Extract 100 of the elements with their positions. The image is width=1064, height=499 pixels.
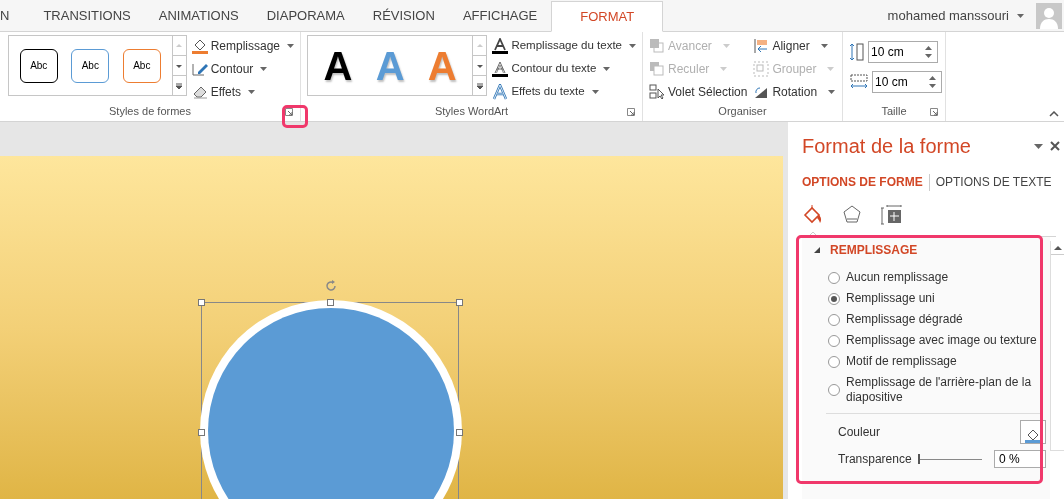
fill-option[interactable]: Remplissage uni: [828, 291, 1046, 306]
size-spinner[interactable]: 10 cm: [872, 71, 942, 93]
ribbon-command[interactable]: Volet Sélection: [649, 82, 748, 102]
ribbon-tab[interactable]: FORMAT: [551, 1, 664, 32]
shape-width-icon: [849, 74, 869, 90]
size-spinner[interactable]: 10 cm: [868, 41, 938, 63]
dialog-launcher[interactable]: [929, 107, 939, 117]
more-icon: [175, 81, 184, 90]
radio-button[interactable]: [828, 313, 840, 326]
fill-option[interactable]: Remplissage de l'arrière-plan de la diapositive: [828, 375, 1046, 405]
bring-forward-icon: [649, 38, 665, 54]
resize-handle[interactable]: [198, 429, 205, 436]
shape-height-icon: [849, 42, 865, 62]
pencil-icon: [191, 61, 208, 77]
shape-style[interactable]: Abc: [71, 48, 110, 83]
color-label: Couleur: [838, 424, 881, 441]
ribbon-tab[interactable]: AFFICHAGE: [448, 0, 552, 31]
caret-icon: [248, 90, 256, 94]
radio-button[interactable]: [828, 334, 840, 347]
shape-style[interactable]: Abc: [122, 48, 161, 83]
fill-option[interactable]: Motif de remplissage: [828, 354, 1046, 369]
paint-bucket-icon: [191, 38, 208, 54]
dialog-launcher[interactable]: [626, 107, 636, 117]
collapse-ribbon-button[interactable]: [1048, 109, 1060, 119]
caret-icon: [260, 67, 268, 71]
spin-arrows-icon: [925, 45, 932, 59]
ribbon-command[interactable]: Contour du texte: [492, 59, 636, 79]
group-label: Styles de formes: [109, 104, 191, 120]
fill-line-icon: [802, 204, 824, 226]
spin-arrows-icon: [929, 75, 936, 89]
rotation-handle-icon: [324, 279, 338, 293]
slider-track[interactable]: [918, 454, 982, 464]
resize-handle[interactable]: [456, 429, 463, 436]
launcher-icon: [930, 108, 938, 116]
fill-option[interactable]: Aucun remplissage: [828, 270, 1046, 285]
caret-icon: [603, 67, 611, 71]
caret-icon: [591, 90, 599, 94]
resize-handle[interactable]: [198, 299, 205, 306]
group-icon: [753, 61, 770, 77]
group-label: Styles WordArt: [434, 104, 509, 120]
resize-handle[interactable]: [327, 299, 334, 306]
ribbon-command[interactable]: Aligner: [753, 36, 836, 56]
fill-option[interactable]: Remplissage dégradé: [828, 312, 1046, 327]
pane-options-button[interactable]: [1034, 143, 1043, 149]
text-fill-icon: [492, 38, 509, 54]
size-properties-icon: [880, 204, 902, 226]
radio-button[interactable]: [828, 271, 840, 284]
ribbon-tab[interactable]: ANIMATIONS: [144, 0, 253, 31]
eraser-icon: [191, 84, 208, 100]
selection-pane-icon: [649, 84, 665, 100]
radio-button[interactable]: [828, 355, 840, 368]
ribbon-command[interactable]: Rotation: [753, 82, 836, 102]
pane-category-button[interactable]: [880, 204, 902, 226]
ribbon-tab[interactable]: N: [0, 0, 30, 31]
caret-icon: [1034, 143, 1043, 149]
ribbon-tab[interactable]: RÉVISION: [358, 0, 449, 31]
launcher-icon: [285, 108, 293, 116]
scrollbar[interactable]: [1050, 241, 1064, 451]
ribbon-command[interactable]: Contour: [191, 59, 294, 79]
triangle-down-icon: [814, 247, 820, 253]
pane-title: Format de la forme: [802, 134, 971, 159]
dialog-launcher[interactable]: [284, 107, 294, 117]
transparency-label: Transparence: [838, 451, 913, 468]
close-button[interactable]: [1050, 141, 1060, 151]
section-header[interactable]: REMPLISSAGE: [814, 241, 1046, 259]
ribbon-tab[interactable]: DIAPORAMA: [252, 0, 359, 31]
shape-style[interactable]: Abc: [19, 48, 58, 83]
more-icon: [475, 81, 484, 90]
ribbon-tab[interactable]: TRANSITIONS: [29, 0, 145, 31]
wordart-style[interactable]: A: [316, 45, 361, 86]
user-name[interactable]: mohamed manssouri: [887, 5, 1009, 26]
ribbon-command[interactable]: Effets du texte: [492, 82, 636, 102]
ribbon-command[interactable]: Remplissage du texte: [492, 36, 636, 56]
caret-up-icon: [475, 41, 484, 50]
text-outline-icon: [492, 61, 509, 77]
caret-up-icon: [175, 41, 184, 50]
transparency-field[interactable]: 0 %: [994, 450, 1046, 468]
resize-handle[interactable]: [456, 299, 463, 306]
caret-icon: [629, 44, 636, 48]
pane-category-button[interactable]: [841, 204, 863, 226]
launcher-icon: [627, 108, 635, 116]
pentagon-icon: [841, 204, 863, 226]
caret-icon: [287, 44, 294, 48]
chevron-up-icon: [1049, 111, 1059, 117]
radio-button[interactable]: [828, 384, 840, 396]
caret-icon: [1017, 13, 1024, 18]
ribbon-command[interactable]: Effets: [191, 82, 294, 102]
text-effects-icon: [492, 84, 509, 100]
fill-option[interactable]: Remplissage avec image ou texture: [828, 333, 1046, 348]
ribbon-command[interactable]: Remplissage: [191, 36, 294, 56]
paint-bucket-icon: [1025, 427, 1041, 443]
scroll-up-icon: [1053, 245, 1062, 250]
align-icon: [753, 38, 770, 54]
rotate-icon: [753, 84, 770, 100]
radio-button[interactable]: [828, 292, 840, 305]
group-label: Organiser: [718, 104, 767, 120]
pane-tab[interactable]: OPTIONS DE TEXTE: [935, 173, 1052, 191]
pane-tab[interactable]: OPTIONS DE FORME: [802, 173, 923, 191]
send-backward-icon: [649, 61, 665, 77]
close-icon: [1050, 141, 1060, 151]
